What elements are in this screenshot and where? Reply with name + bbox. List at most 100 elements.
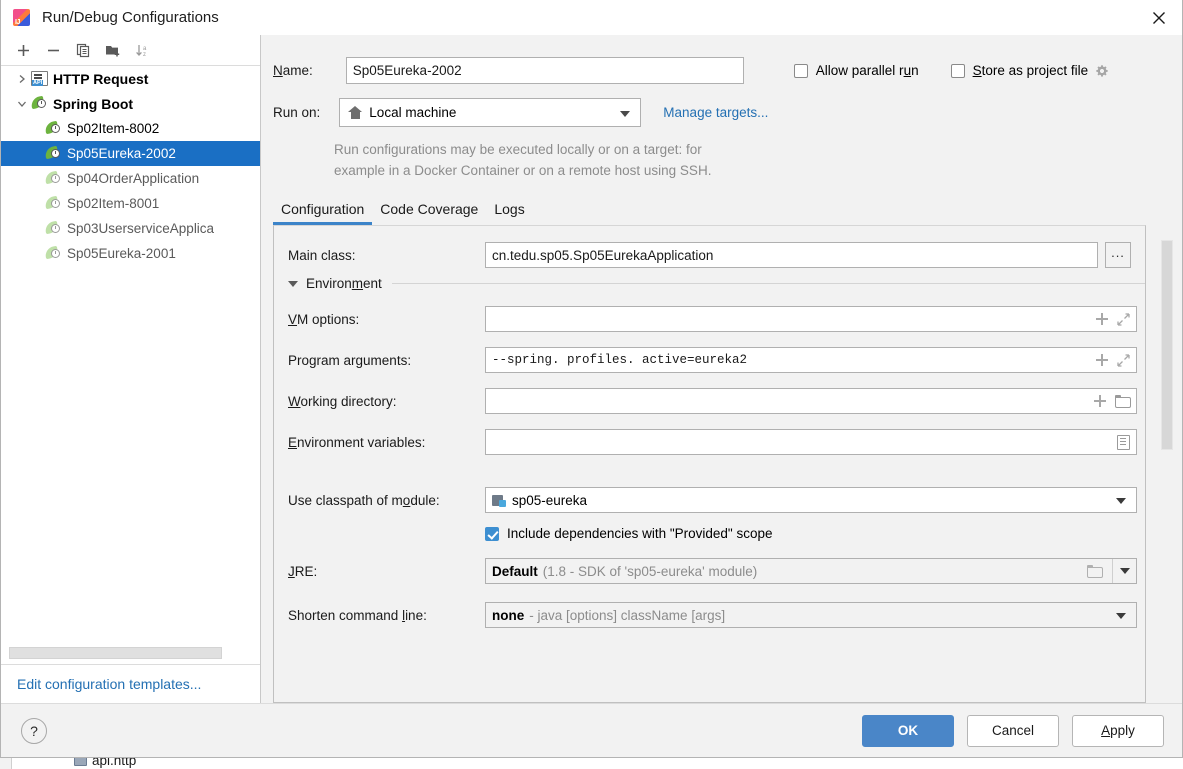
working-directory-row: Working directory: xyxy=(274,388,1145,414)
environment-variables-actions xyxy=(1117,430,1130,454)
list-item-label: Sp05Eureka-2001 xyxy=(67,246,176,261)
environment-variables-label: Environment variables: xyxy=(288,434,426,450)
expand-editor-icon[interactable] xyxy=(1117,312,1130,326)
sidebar-item-sp05eureka-2001[interactable]: Sp05Eureka-2001 xyxy=(1,241,260,266)
edit-variables-icon[interactable] xyxy=(1117,434,1130,450)
sidebar-group-spring-boot[interactable]: Spring Boot xyxy=(1,91,260,116)
main-class-input[interactable]: cn.tedu.sp05.Sp05EurekaApplication xyxy=(485,242,1098,268)
gear-icon[interactable] xyxy=(1095,64,1109,78)
store-as-project-file-checkbox[interactable]: Store as project file xyxy=(950,63,1110,78)
sidebar-item-sp03userserviceapplication[interactable]: Sp03UserserviceApplica xyxy=(1,216,260,241)
spring-boot-icon xyxy=(29,95,48,111)
sidebar-footer: Edit configuration templates... xyxy=(1,664,260,703)
program-arguments-actions xyxy=(1096,348,1130,372)
sort-alphabetical-icon: a z xyxy=(136,44,147,58)
vm-options-input[interactable] xyxy=(485,306,1137,332)
run-on-row: Run on: Local machine Manage targets... xyxy=(273,98,1182,127)
copy-configuration-button[interactable] xyxy=(68,37,98,63)
shorten-command-line-label: Shorten command line: xyxy=(288,607,427,623)
sidebar-group-label: Spring Boot xyxy=(53,95,134,112)
tab-code-coverage[interactable]: Code Coverage xyxy=(372,201,486,225)
folder-icon[interactable] xyxy=(1087,565,1103,578)
jre-value: Default xyxy=(492,563,538,579)
sidebar-horizontal-scrollbar[interactable] xyxy=(9,647,222,659)
insert-macro-icon[interactable] xyxy=(1096,313,1108,325)
manage-targets-link[interactable]: Manage targets... xyxy=(663,105,768,120)
program-arguments-input[interactable]: --spring. profiles. active=eureka2 xyxy=(485,347,1137,373)
tab-configuration[interactable]: Configuration xyxy=(273,201,373,225)
use-classpath-row: Use classpath of module: sp05-eureka xyxy=(274,487,1145,513)
ok-button[interactable]: OK xyxy=(862,714,954,747)
environment-section-header[interactable]: Environment xyxy=(274,276,1145,291)
close-icon[interactable] xyxy=(1136,0,1182,35)
include-provided-checkbox[interactable]: Include dependencies with "Provided" sco… xyxy=(485,526,773,541)
add-configuration-button[interactable] xyxy=(8,37,38,63)
dialog-actions: OK Cancel Apply xyxy=(862,714,1164,747)
list-item-label: Sp02Item-8002 xyxy=(67,121,160,136)
dialog-title: Run/Debug Configurations xyxy=(42,9,219,26)
shorten-command-line-value: none xyxy=(492,607,525,623)
vm-options-row: VM options: xyxy=(274,306,1145,332)
shorten-command-line-row: Shorten command line: none - java [optio… xyxy=(274,602,1145,628)
working-directory-actions xyxy=(1094,389,1131,413)
run-debug-configurations-dialog: Run/Debug Configurations xyxy=(0,0,1183,758)
environment-variables-input[interactable] xyxy=(485,429,1137,455)
copy-icon xyxy=(76,43,89,57)
list-item-label: Sp02Item-8001 xyxy=(67,196,160,211)
configurations-tree[interactable]: HTTP Request Spring Boot xyxy=(1,66,260,664)
name-label: Name: xyxy=(273,63,313,78)
spring-boot-icon xyxy=(43,195,62,211)
configuration-vertical-scrollbar[interactable] xyxy=(1161,240,1173,450)
chevron-right-icon[interactable] xyxy=(13,70,31,88)
name-input[interactable]: Sp05Eureka-2002 xyxy=(345,57,744,84)
tab-logs[interactable]: Logs xyxy=(486,201,532,225)
sidebar-item-sp02item-8001[interactable]: Sp02Item-8001 xyxy=(1,191,260,216)
insert-macro-icon[interactable] xyxy=(1096,354,1108,366)
remove-configuration-button[interactable] xyxy=(38,37,68,63)
main-class-label: Main class: xyxy=(288,247,356,263)
help-button[interactable]: ? xyxy=(21,717,47,744)
main-class-value: cn.tedu.sp05.Sp05EurekaApplication xyxy=(492,247,714,263)
spring-boot-icon xyxy=(43,120,62,136)
spring-boot-icon xyxy=(43,170,62,186)
chevron-down-icon[interactable] xyxy=(13,95,31,113)
main-class-browse-button[interactable]: ... xyxy=(1105,242,1131,268)
chevron-right-glyph xyxy=(19,74,25,83)
environment-section-label: Environment xyxy=(306,276,382,291)
working-directory-input[interactable] xyxy=(485,388,1137,414)
environment-variables-row: Environment variables: xyxy=(274,429,1145,455)
insert-macro-icon[interactable] xyxy=(1094,395,1106,407)
chevron-down-icon xyxy=(1119,568,1130,574)
allow-parallel-run-checkbox[interactable]: Allow parallel run xyxy=(793,63,919,78)
jre-row: JRE: Default (1.8 - SDK of 'sp05-eureka'… xyxy=(274,558,1145,584)
program-arguments-row: Program arguments: --spring. profiles. a… xyxy=(274,347,1145,373)
dialog-body: a z HTTP Request xyxy=(1,35,1182,703)
hint-line-2: example in a Docker Container or on a re… xyxy=(334,163,712,178)
name-row: Name: Sp05Eureka-2002 Allow parallel run… xyxy=(273,57,1182,84)
minus-icon xyxy=(47,49,59,51)
run-on-combobox[interactable]: Local machine xyxy=(339,98,642,127)
cancel-button[interactable]: Cancel xyxy=(967,714,1059,747)
sidebar-item-sp05eureka-2002[interactable]: Sp05Eureka-2002 xyxy=(1,141,260,166)
editor-tabs: Configuration Code Coverage Logs xyxy=(273,201,1182,225)
folder-icon[interactable] xyxy=(1115,395,1131,408)
plus-icon xyxy=(17,44,29,56)
sidebar-item-sp02item-8002[interactable]: Sp02Item-8002 xyxy=(1,116,260,141)
shorten-command-line-combobox[interactable]: none - java [options] className [args] xyxy=(485,602,1137,628)
new-folder-button[interactable] xyxy=(98,37,128,63)
sidebar-group-http-request[interactable]: HTTP Request xyxy=(1,66,260,91)
jre-combobox[interactable]: Default (1.8 - SDK of 'sp05-eureka' modu… xyxy=(485,558,1137,584)
triangle-down-icon xyxy=(288,280,298,287)
close-glyph xyxy=(1153,11,1165,24)
use-classpath-value: sp05-eureka xyxy=(512,492,588,508)
apply-button[interactable]: Apply xyxy=(1072,714,1164,747)
expand-editor-icon[interactable] xyxy=(1117,353,1130,367)
use-classpath-combobox[interactable]: sp05-eureka xyxy=(485,487,1137,513)
allow-parallel-run-label: Allow parallel run xyxy=(815,63,919,78)
jre-dropdown-button[interactable] xyxy=(1112,559,1136,583)
sidebar-item-sp04orderapplication[interactable]: Sp04OrderApplication xyxy=(1,166,260,191)
configuration-editor-panel: Name: Sp05Eureka-2002 Allow parallel run… xyxy=(261,35,1182,703)
sort-configurations-button[interactable]: a z xyxy=(128,37,158,63)
edit-configuration-templates-link[interactable]: Edit configuration templates... xyxy=(17,676,201,692)
expand-glyph xyxy=(1117,353,1130,367)
